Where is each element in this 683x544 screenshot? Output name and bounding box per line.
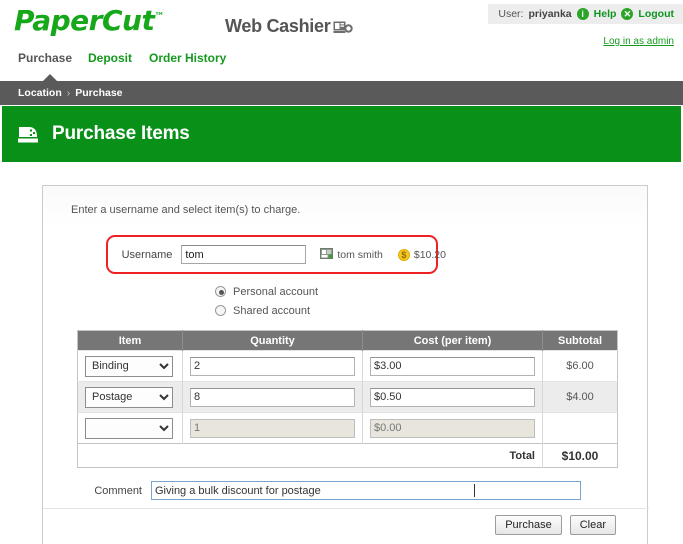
radio-personal-account[interactable]: Personal account (215, 283, 318, 300)
radio-shared-account[interactable]: Shared account (215, 302, 318, 319)
radio-shared-account-label: Shared account (233, 304, 311, 317)
username-lookup-result: tom smith $ $10.20 (320, 247, 446, 262)
cell-quantity (182, 381, 363, 413)
username-balance: $10.20 (413, 248, 446, 261)
trademark-symbol: ™ (154, 11, 164, 23)
cash-register-icon (333, 18, 353, 38)
close-circle-icon[interactable]: ✕ (621, 8, 634, 20)
username-input[interactable] (181, 245, 307, 264)
cell-cost (362, 350, 543, 382)
radio-personal-account-label: Personal account (233, 285, 318, 298)
cell-subtotal: $6.00 (542, 350, 618, 382)
breadcrumb-location[interactable]: Location (18, 87, 62, 99)
purchase-button[interactable]: Purchase (495, 515, 562, 535)
user-bar: User: priyanka i Help ✕ Logout (488, 4, 683, 24)
cell-item: Postage (77, 381, 183, 413)
items-table: Item Quantity Cost (per item) Subtotal B… (77, 330, 618, 468)
column-header-item: Item (77, 330, 183, 351)
quantity-input[interactable] (190, 356, 355, 376)
form-intro-text: Enter a username and select item(s) to c… (71, 204, 301, 216)
item-select[interactable] (85, 417, 173, 439)
radio-personal-account-dot[interactable] (215, 286, 226, 297)
column-header-cost: Cost (per item) (362, 330, 543, 351)
account-type-radio-group: Personal account Shared account (215, 283, 318, 321)
active-tab-pointer (43, 74, 57, 81)
comment-input[interactable] (151, 481, 581, 500)
nav-item-purchase[interactable]: Purchase (18, 51, 72, 65)
cell-quantity (182, 350, 363, 382)
nav-item-order-history[interactable]: Order History (149, 51, 226, 65)
item-select[interactable]: Postage (85, 386, 173, 408)
info-icon[interactable]: i (576, 8, 589, 20)
cell-subtotal: $4.00 (542, 381, 618, 413)
cell-cost (362, 381, 543, 413)
items-table-header-row: Item Quantity Cost (per item) Subtotal (77, 330, 618, 351)
radio-shared-account-dot[interactable] (215, 305, 226, 316)
page-title: Purchase Items (52, 123, 190, 144)
nav-item-deposit[interactable]: Deposit (88, 51, 132, 65)
table-row (77, 412, 618, 444)
quantity-input[interactable] (190, 387, 355, 407)
clear-button[interactable]: Clear (569, 515, 616, 535)
breadcrumb-separator-icon: › (66, 87, 71, 99)
main-nav: Purchase Deposit Order History (0, 48, 683, 78)
form-divider (43, 508, 649, 509)
quantity-input[interactable] (190, 418, 355, 438)
total-label: Total (77, 443, 543, 468)
login-as-admin-link[interactable]: Log in as admin (603, 36, 674, 47)
comment-label: Comment (94, 484, 142, 497)
coin-icon: $ (397, 248, 410, 261)
logout-link[interactable]: Logout (638, 8, 674, 20)
page-banner: Purchase Items (2, 106, 681, 162)
cost-input[interactable] (370, 356, 535, 376)
purchase-form-panel: Enter a username and select item(s) to c… (42, 185, 649, 544)
user-card-icon (320, 247, 334, 262)
cell-quantity (182, 412, 363, 444)
column-header-subtotal: Subtotal (542, 330, 618, 351)
papercut-logo-text: PaperCut (14, 4, 155, 37)
cost-input[interactable] (370, 387, 535, 407)
table-row: Postage $4.00 (77, 381, 618, 413)
username-full-name: tom smith (337, 248, 383, 261)
comment-row: Comment (77, 481, 617, 500)
user-label: User: (498, 8, 524, 20)
site-header: PaperCut™ Web Cashier User: priyanka i H… (0, 0, 683, 47)
cash-register-icon (16, 121, 42, 148)
breadcrumb: Location › Purchase (0, 81, 683, 105)
cell-item: Binding (77, 350, 183, 382)
username-row: Username tom smith $ $10.20 (106, 235, 446, 274)
cell-cost (362, 412, 543, 444)
app-title: Web Cashier (225, 16, 331, 36)
column-header-quantity: Quantity (182, 330, 363, 351)
text-cursor (474, 484, 475, 497)
items-table-total-row: Total $10.00 (77, 443, 618, 468)
user-name: priyanka (528, 8, 572, 20)
item-select[interactable]: Binding (85, 355, 173, 377)
form-actions: Purchase Clear (495, 515, 616, 535)
breadcrumb-current: Purchase (75, 87, 123, 99)
cost-input[interactable] (370, 418, 535, 438)
help-link[interactable]: Help (594, 8, 617, 20)
cell-item (77, 412, 183, 444)
page-root: PaperCut™ Web Cashier User: priyanka i H… (0, 0, 683, 544)
username-label: Username (121, 248, 173, 261)
username-balance-group: $ $10.20 (397, 248, 446, 261)
total-value: $10.00 (542, 443, 618, 468)
table-row: Binding $6.00 (77, 350, 618, 382)
cell-subtotal (542, 412, 618, 444)
papercut-logo: PaperCut™ (14, 7, 164, 35)
